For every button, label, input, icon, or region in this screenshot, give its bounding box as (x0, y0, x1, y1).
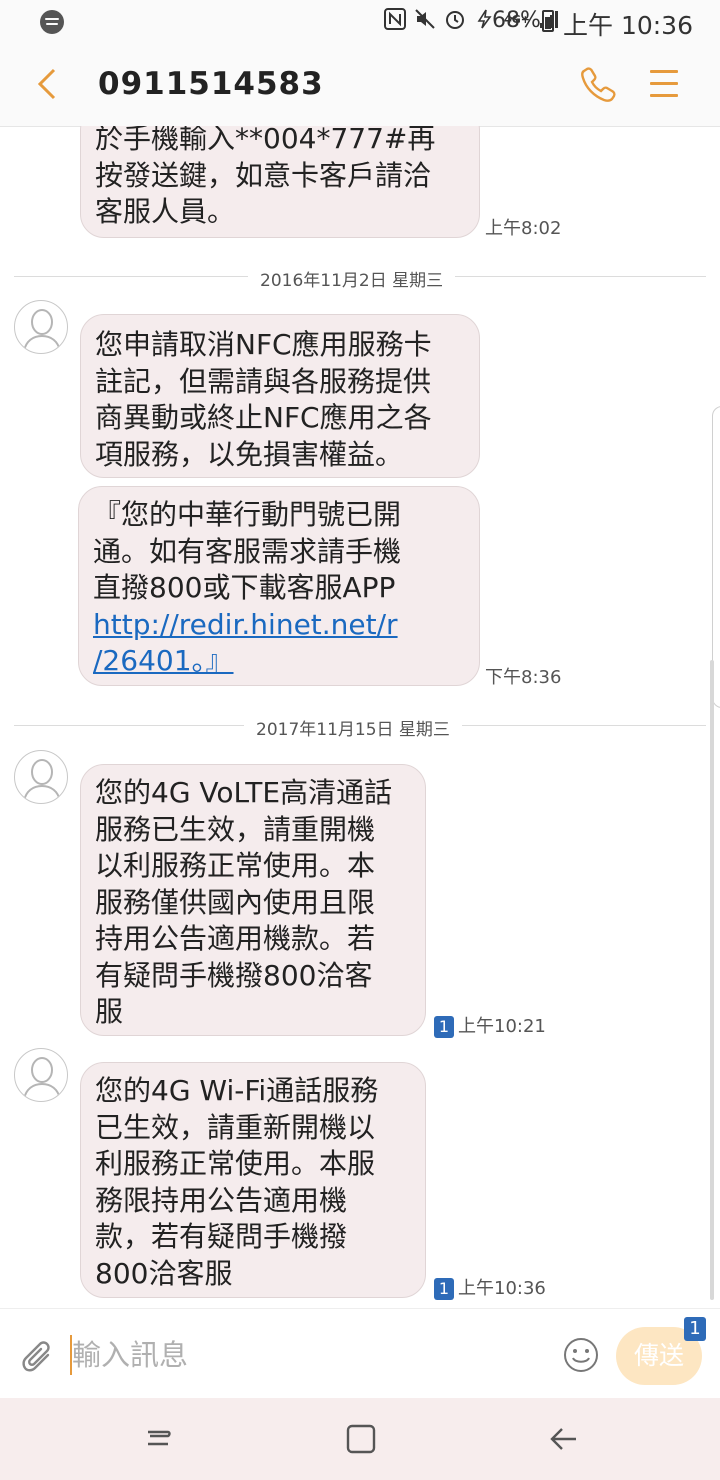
link-text[interactable]: http://redir.hinet.net/r (93, 608, 398, 641)
alarm-icon (446, 11, 465, 29)
message-time: 下午8:36 (485, 667, 562, 688)
message-line: 利服務正常使用。本服 (95, 1147, 376, 1180)
person-icon (23, 1057, 61, 1100)
sim-badge: 1 (684, 1317, 706, 1341)
spotify-icon (40, 10, 64, 34)
avatar[interactable] (14, 1048, 68, 1102)
message-line: 按發送鍵，如意卡客戶請洽 (95, 158, 432, 192)
sim-badge: 1 (434, 1278, 454, 1300)
back-nav-icon[interactable] (546, 1422, 580, 1456)
link-text[interactable]: /26401。』 (93, 644, 234, 677)
composer: 輸入訊息 傳送 1 (0, 1308, 720, 1399)
message-line: 以利服務正常使用。本 (95, 849, 376, 882)
contact-title: 0911514583 (98, 66, 324, 102)
message-line: 您的4G Wi-Fi通話服務 (95, 1074, 379, 1107)
date-label: 2017年11月15日 星期三 (244, 715, 462, 740)
message-link[interactable]: http://redir.hinet.net/r (93, 607, 479, 644)
battery-percent: 68% (492, 8, 541, 33)
battery-icon (542, 10, 554, 32)
message-list[interactable]: 於手機輸入**004*777#再 按發送鍵，如意卡客戶請洽 客服人員。 上午8:… (0, 126, 720, 1308)
message-line: 服務僅供國內使用且限 (95, 885, 376, 919)
message-time: 1 上午10:36 (434, 1274, 546, 1300)
time-text: 上午10:36 (458, 1278, 546, 1299)
message-line: 服務已生效，請重開機 (95, 812, 376, 846)
message-line: 有疑問手機撥800洽客 (95, 958, 373, 992)
message-bubble[interactable]: 您申請取消NFC應用服務卡 註記，但需請與各服務提供 商異動或終止NFC應用之各… (80, 314, 480, 478)
message-line: 直撥800或下載客服APP (93, 571, 396, 604)
home-icon[interactable] (344, 1422, 378, 1456)
message-line: 已生效，請重新開機以 (95, 1110, 376, 1144)
message-line: 客服人員。 (95, 195, 236, 228)
sim-badge: 1 (434, 1016, 454, 1038)
avatar[interactable] (14, 300, 68, 354)
message-line: 於手機輸入**004*777#再 (95, 126, 436, 155)
message-line: 註記，但需請與各服務提供 (95, 364, 432, 398)
message-line: 您申請取消NFC應用服務卡 (95, 328, 432, 361)
message-line: 款，若有疑問手機撥 (95, 1220, 348, 1253)
message-line: 800洽客服 (95, 1256, 233, 1290)
message-line: 項服務，以免損害權益。 (95, 437, 404, 471)
app-bar: 0911514583 (0, 44, 720, 127)
recent-apps-icon[interactable] (142, 1422, 176, 1456)
message-bubble[interactable]: 您的4G Wi-Fi通話服務 已生效，請重新開機以 利服務正常使用。本服 務限持… (80, 1062, 426, 1298)
menu-icon[interactable] (650, 70, 678, 98)
message-line: 您的4G VoLTE高清通話 (95, 776, 393, 809)
avatar[interactable] (14, 750, 68, 804)
attach-icon[interactable] (20, 1337, 56, 1377)
status-clock: 上午 10:36 (563, 11, 693, 40)
phone-icon[interactable] (578, 64, 618, 104)
message-line: 務限持用公告適用機 (95, 1183, 348, 1217)
message-line: 『您的中華行動門號已開 (93, 498, 402, 531)
back-icon[interactable] (32, 66, 62, 102)
message-bubble[interactable]: 於手機輸入**004*777#再 按發送鍵，如意卡客戶請洽 客服人員。 (80, 126, 480, 238)
message-time: 1 上午10:21 (434, 1012, 546, 1038)
message-line: 通。如有客服需求請手機 (93, 534, 402, 568)
message-time: 上午8:02 (485, 218, 562, 239)
message-link[interactable]: /26401。』 (93, 643, 479, 680)
message-bubble[interactable]: 『您的中華行動門號已開 通。如有客服需求請手機 直撥800或下載客服APP ht… (78, 486, 480, 686)
navigation-bar (0, 1398, 720, 1480)
message-bubble[interactable]: 您的4G VoLTE高清通話 服務已生效，請重開機 以利服務正常使用。本 服務僅… (80, 764, 426, 1036)
message-input[interactable]: 輸入訊息 (70, 1335, 188, 1375)
date-label: 2016年11月2日 星期三 (248, 266, 456, 291)
emoji-icon[interactable] (563, 1337, 599, 1373)
status-bar: 4G+ 68% 上午 10:36 (0, 0, 720, 44)
nfc-icon (384, 8, 407, 30)
person-icon (23, 309, 61, 352)
mute-icon (415, 9, 435, 29)
message-line: 持用公告適用機款。若 (95, 922, 376, 955)
message-line: 服 (95, 995, 124, 1028)
person-icon (23, 759, 61, 802)
message-line: 商異動或終止NFC應用之各 (95, 401, 432, 434)
scrollbar[interactable] (710, 660, 714, 1300)
time-text: 上午10:21 (458, 1016, 546, 1037)
